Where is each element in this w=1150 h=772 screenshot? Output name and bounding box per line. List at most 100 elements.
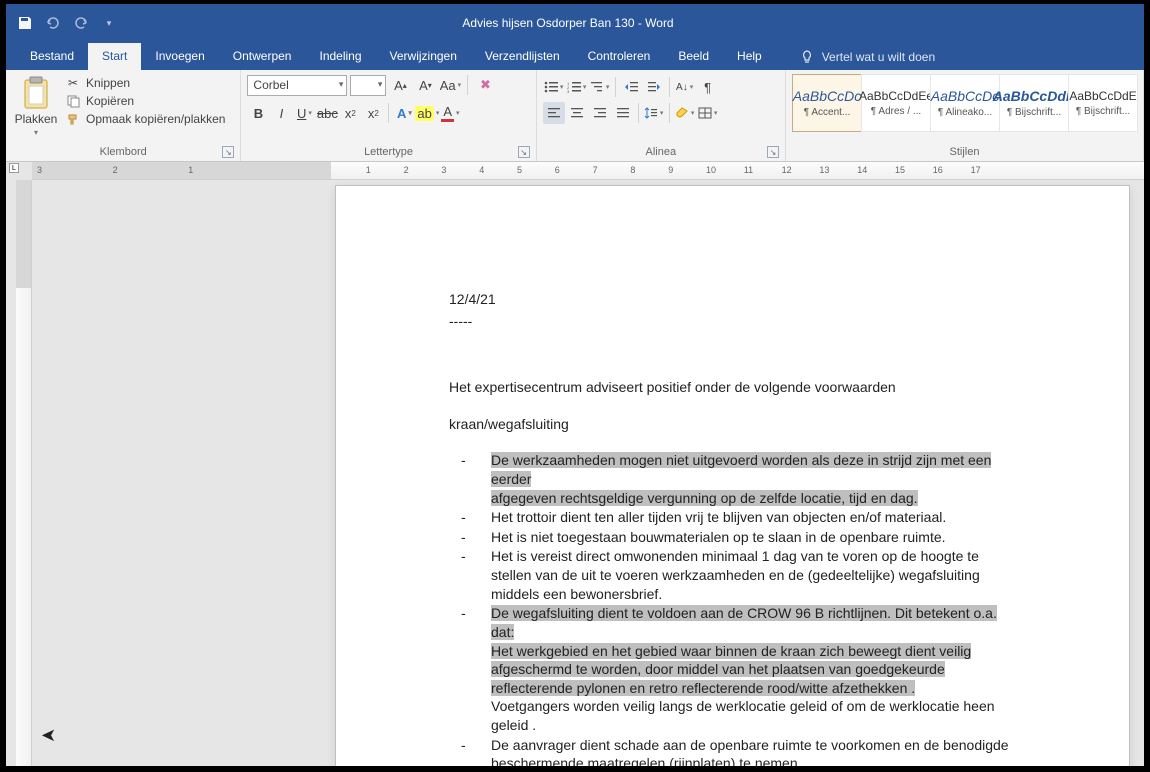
divider [669,77,670,97]
style-item-3[interactable]: AaBbCcDdE¶ Bijschrift... [999,74,1069,132]
format-painter-button[interactable]: Opmaak kopiëren/plakken [66,112,225,126]
italic-button[interactable]: I [270,102,292,124]
list-item: De wegafsluiting dient te voldoen aan de… [491,604,1016,734]
vertical-ruler[interactable] [16,180,32,766]
cut-label: Knippen [86,76,130,90]
tell-me-label: Vertel wat u wilt doen [822,50,935,64]
group-clipboard: Plakken ▾ ✂ Knippen Kopiëren [6,70,241,161]
copy-icon [66,94,80,108]
style-item-2[interactable]: AaBbCcDc¶ Alineako... [930,74,1000,132]
doc-intro: Het expertisecentrum adviseert positief … [449,378,1016,397]
ribbon-tabs: Bestand Start Invoegen Ontwerpen Indelin… [6,42,1144,70]
doc-bullets: De werkzaamheden mogen niet uitgevoerd w… [449,451,1016,766]
copy-button[interactable]: Kopiëren [66,94,225,108]
redo-icon[interactable] [70,12,92,34]
group-font-label: Lettertype [364,146,413,158]
multilevel-list-button[interactable] [589,76,611,98]
shading-button[interactable] [674,102,696,124]
group-styles-label: Stijlen [950,146,980,158]
tab-view[interactable]: Beeld [664,43,723,70]
tab-help[interactable]: Help [723,43,776,70]
subscript-button[interactable]: x2 [339,102,361,124]
tell-me[interactable]: Vertel wat u wilt doen [776,50,945,70]
tab-design[interactable]: Ontwerpen [219,43,306,70]
divider [388,103,389,123]
tab-references[interactable]: Verwijzingen [376,43,471,70]
copy-label: Kopiëren [86,94,134,108]
page[interactable]: 12/4/21 ----- Het expertisecentrum advis… [336,186,1129,766]
align-left-button[interactable] [543,102,565,124]
align-center-button[interactable] [566,102,588,124]
group-paragraph: 123 A↓ ¶ [537,70,786,161]
tab-file[interactable]: Bestand [16,43,88,70]
justify-button[interactable] [612,102,634,124]
style-item-1[interactable]: AaBbCcDdEe¶ Adres / ... [861,74,931,132]
group-font: Corbel A▴ A▾ Aa ✖ B I U abc x2 x2 A [241,70,536,161]
underline-button[interactable]: U [293,102,315,124]
list-item: De werkzaamheden mogen niet uitgevoerd w… [491,451,1016,507]
grow-font-button[interactable]: A▴ [389,74,411,96]
divider [669,103,670,123]
text-effects-button[interactable]: A [393,102,415,124]
borders-button[interactable] [697,102,719,124]
highlight-button[interactable]: ab [416,102,438,124]
change-case-button[interactable]: Aa [439,74,461,96]
page-content: 12/4/21 ----- Het expertisecentrum advis… [449,290,1016,766]
strikethrough-button[interactable]: abc [316,102,338,124]
decrease-indent-button[interactable] [620,76,642,98]
tab-insert[interactable]: Invoegen [141,43,218,70]
align-right-button[interactable] [589,102,611,124]
group-paragraph-label: Alinea [646,146,677,158]
document-area: L 3211234567891011121314151617 12/4/21 -… [6,162,1144,766]
window-title: Advies hijsen Osdorper Ban 130 - Word [120,16,1016,30]
list-item: Het is niet toegestaan bouwmaterialen op… [491,528,1016,547]
tab-home[interactable]: Start [88,43,141,70]
font-launcher-icon[interactable]: ↘ [518,146,530,158]
tab-review[interactable]: Controleren [574,43,665,70]
styles-gallery[interactable]: AaBbCcDc¶ Accent... AaBbCcDdEe¶ Adres / … [792,74,1137,132]
horizontal-ruler[interactable]: 3211234567891011121314151617 [32,162,1144,180]
list-item: Het trottoir dient ten aller tijden vrij… [491,508,1016,527]
paste-button[interactable]: Plakken ▾ [12,74,60,137]
font-name-combo[interactable]: Corbel [247,75,347,96]
paintbrush-icon [66,112,80,126]
group-clipboard-label: Klembord [100,146,147,158]
increase-indent-button[interactable] [643,76,665,98]
doc-date: 12/4/21 [449,290,1016,309]
divider [615,77,616,97]
line-spacing-button[interactable] [643,102,665,124]
doc-sep: ----- [449,312,1016,331]
ribbon: Plakken ▾ ✂ Knippen Kopiëren [6,70,1144,162]
clear-formatting-button[interactable]: ✖ [474,74,496,96]
font-size-combo[interactable] [350,75,386,96]
style-item-0[interactable]: AaBbCcDc¶ Accent... [792,74,862,132]
tab-mailings[interactable]: Verzendlijsten [471,43,574,70]
paragraph-launcher-icon[interactable]: ↘ [767,146,779,158]
paste-label: Plakken [15,112,58,126]
shrink-font-button[interactable]: A▾ [414,74,436,96]
app-window: ▾ Advies hijsen Osdorper Ban 130 - Word … [6,4,1144,766]
quick-access-toolbar: ▾ [14,12,120,34]
bold-button[interactable]: B [247,102,269,124]
scissors-icon: ✂ [66,76,80,90]
tab-selector-icon[interactable]: L [9,163,19,173]
format-painter-label: Opmaak kopiëren/plakken [86,112,225,126]
bullets-button[interactable] [543,76,565,98]
undo-icon[interactable] [42,12,64,34]
tab-layout[interactable]: Indeling [305,43,375,70]
clipboard-launcher-icon[interactable]: ↘ [222,146,234,158]
font-color-button[interactable]: A [439,102,461,124]
list-item: Het is vereist direct omwonenden minimaa… [491,547,1016,603]
doc-section: kraan/wegafsluiting [449,415,1016,434]
numbering-button[interactable]: 123 [566,76,588,98]
save-icon[interactable] [14,12,36,34]
group-styles: AaBbCcDc¶ Accent... AaBbCcDdEe¶ Adres / … [786,70,1144,161]
cut-button[interactable]: ✂ Knippen [66,76,225,90]
lightbulb-icon [800,50,814,64]
style-item-4[interactable]: AaBbCcDdE¶ Bijschrift... [1068,74,1138,132]
sort-button[interactable]: A↓ [674,76,696,98]
qat-customize-icon[interactable]: ▾ [98,12,120,34]
divider [638,103,639,123]
show-marks-button[interactable]: ¶ [697,76,719,98]
superscript-button[interactable]: x2 [362,102,384,124]
